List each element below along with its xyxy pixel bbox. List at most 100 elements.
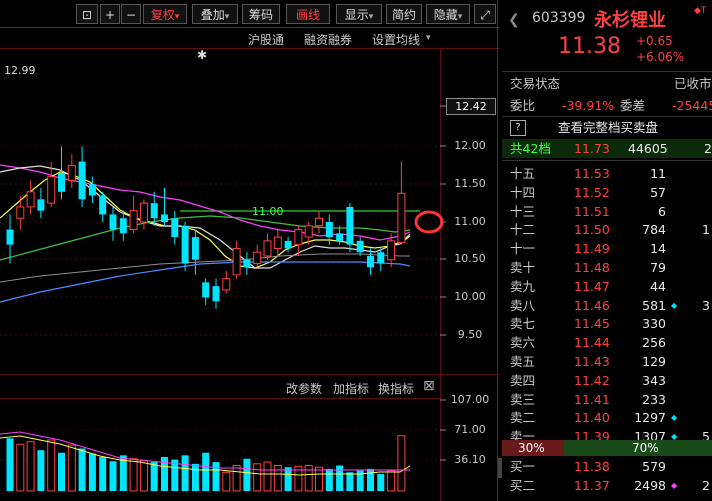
candle [119,210,127,241]
candle [139,199,148,230]
level-extra: 1 [702,222,710,238]
level-label: 买二 [510,477,536,493]
level-label: 十四 [510,184,536,200]
level-price: 11.42 [574,372,610,388]
candle [346,203,354,253]
level-price: 11.50 [574,222,610,238]
levels-summary-row: 共42档 11.73 44605 2 [502,139,712,158]
volume-bar [171,459,179,491]
help-icon: ? [510,120,526,136]
candle [397,161,406,245]
volume-bar [88,453,96,491]
volume-bar [99,457,107,491]
candle [367,248,374,275]
add-indicator-link[interactable]: 加指标 [333,380,369,397]
price-change: +0.65 [636,34,673,48]
ask-level-row: 十二 11.50 784 1 [502,220,712,239]
ask-level-row: 十三 11.51 6 [502,202,712,221]
buy-ratio: 70% [632,441,659,455]
level-volume: 579 [642,459,666,474]
candle [37,188,45,219]
edit-params-link[interactable]: 改参数 [286,380,322,397]
level-label: 十三 [510,203,536,219]
candle [88,176,96,204]
volume-bar [58,452,65,491]
level-volume: 44 [650,278,666,294]
level-price: 11.44 [574,335,610,351]
level-volume: 343 [642,372,666,388]
candle [181,222,189,272]
volume-bar [315,466,323,492]
level-label: 卖六 [510,335,536,351]
level-label: 卖二 [510,410,536,426]
candle [129,195,138,234]
level-price: 11.41 [574,391,610,407]
high-price-label: 12.99 [4,64,36,77]
volume-bar [273,465,282,492]
candle [99,191,107,222]
level-label: 卖五 [510,354,536,369]
candle [58,146,65,200]
volume-bar [253,463,262,492]
current-price-axis-box: 12.42 [446,98,496,115]
candle [315,210,323,234]
level-label: 卖七 [510,316,536,332]
level-extra: 2 [702,477,710,493]
candle [26,180,35,215]
ask-level-row: 卖六 11.44 256 [502,333,712,352]
level-price: 11.40 [574,410,610,426]
tag-icon: ◆T [694,6,707,16]
volume-bar [16,443,25,492]
candle [377,248,385,272]
level-volume: 129 [642,354,666,369]
candle [253,244,262,268]
level-label: 十一 [510,241,536,257]
candle [222,271,231,294]
level-volume: 233 [642,391,666,407]
y-tick: 10.00 [454,290,486,303]
level-extra: 3 [702,297,710,313]
level-price: 11.48 [574,260,610,275]
level-label: 十二 [510,222,536,238]
level-volume: 2498 [634,477,666,493]
ask-level-row: 卖十 11.48 79 [502,258,712,277]
level-volume: 1297 [634,410,666,426]
volume-bar [202,452,210,491]
ask-level-row: 卖三 11.41 233 [502,390,712,409]
y-tick: 9.50 [457,328,483,341]
indicator-y-tick: 107.00 [450,393,490,406]
full-book-row[interactable]: ? 查看完整档买卖盘 [502,118,712,137]
level-price: 11.43 [574,354,610,369]
ask-level-row: 十五 11.53 11 [502,164,712,183]
volume-bar [191,463,199,491]
ask-level-row: 卖二 11.40 1297 ◆ [502,408,712,427]
ask-level-row: 卖八 11.46 581 ◆ 3 [502,296,712,315]
level-volume: 57 [650,184,666,200]
kline-chart [0,0,500,501]
volume-bar [26,441,35,492]
level-volume: 11 [650,166,666,181]
close-panel-icon[interactable]: ⊠ [423,378,435,394]
volume-bar [346,472,354,491]
level-dot-icon: ◆ [671,413,678,423]
level-price: 11.52 [574,184,610,200]
level-label: 卖三 [510,391,536,407]
buy-sell-ratio-bar: 30% 70% [502,440,712,456]
volume-bar [78,448,86,491]
level-volume: 330 [642,316,666,332]
level-volume: 784 [642,222,666,238]
level-label: 买一 [510,459,536,474]
indicator-y-tick: 36.10 [454,453,486,466]
trade-status-row: 交易状态 已收市 [510,76,712,91]
level-price: 11.51 [574,203,610,219]
stock-name: 永杉锂业 [594,10,666,31]
level-price: 11.37 [574,477,610,493]
quote-panel: ❮ 603399 永杉锂业 ◆T 11.38 +0.65 +6.06% 交易状态… [502,0,712,501]
change-indicator-link[interactable]: 换指标 [378,380,414,397]
level-volume: 79 [650,260,666,275]
volume-bar [109,461,117,491]
volume-bar [387,470,396,492]
volume-bar [67,444,76,492]
volume-bar [397,435,406,492]
chevron-icon[interactable]: ❮ [508,12,520,28]
